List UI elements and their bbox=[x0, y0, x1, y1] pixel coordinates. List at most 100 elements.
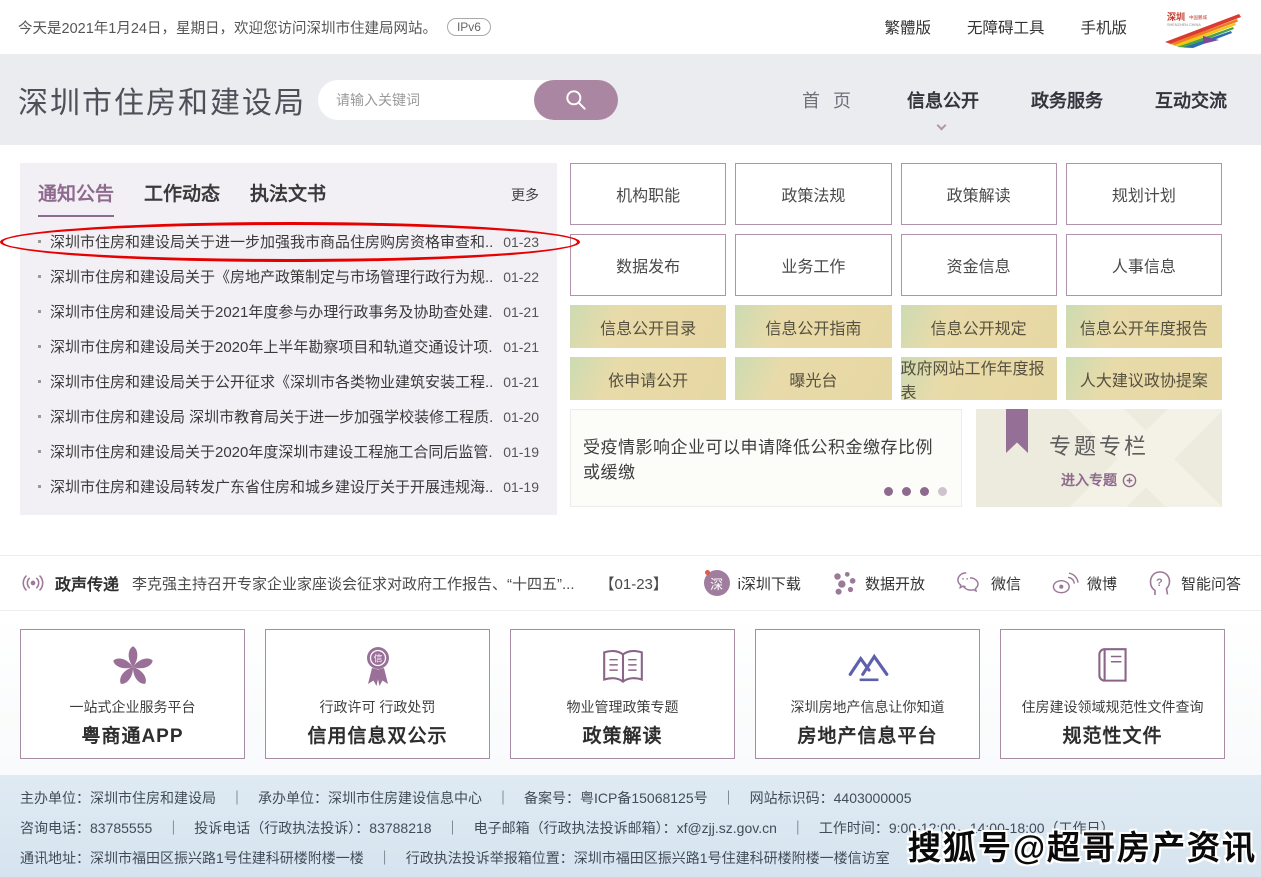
smart-qa-link[interactable]: ? 智能问答 bbox=[1147, 569, 1241, 597]
card-title: 政策解读 bbox=[582, 721, 662, 748]
circle-plus-icon bbox=[1122, 473, 1137, 488]
shenzhen-city-logo[interactable]: 深圳 中国鹏城 SHENZHEN CHINA bbox=[1163, 6, 1243, 48]
notice-tabs: 通知公告 工作动态 执法文书 更多 bbox=[20, 163, 557, 217]
notice-link[interactable]: 深圳市住房和建设局转发广东省住房和城乡建设厅关于开展违规海... bbox=[50, 476, 493, 497]
quicklink-disclosure-guide[interactable]: 信息公开指南 bbox=[735, 305, 891, 348]
notice-link[interactable]: 深圳市住房和建设局关于进一步加强我市商品住房购房资格审查和... bbox=[50, 231, 493, 252]
service-links: 深 i深圳下载 数据开放 微信 微博 bbox=[704, 569, 1241, 597]
accessibility-tools-link[interactable]: 无障碍工具 bbox=[967, 16, 1045, 38]
service-cards-section: 一站式企业服务平台 粤商通APP 信 行政许可 行政处罚 信用信息双公示 bbox=[0, 611, 1261, 775]
carousel-dot[interactable] bbox=[884, 487, 893, 496]
special-topics-title: 专题专栏 bbox=[976, 429, 1222, 461]
svg-text:信: 信 bbox=[373, 652, 382, 663]
notice-link[interactable]: 深圳市住房和建设局关于《房地产政策制定与市场管理行政行为规... bbox=[50, 266, 493, 287]
bullet-icon bbox=[38, 275, 41, 278]
svg-text:深圳: 深圳 bbox=[1167, 11, 1185, 22]
card-title: 房地产信息平台 bbox=[797, 721, 937, 748]
card-policy-interpretation[interactable]: 物业管理政策专题 政策解读 bbox=[510, 629, 735, 759]
search-box bbox=[318, 80, 618, 120]
main-content: 通知公告 工作动态 执法文书 更多 深圳市住房和建设局关于进一步加强我市商品住房… bbox=[0, 145, 1261, 545]
nav-interaction[interactable]: 互动交流 bbox=[1155, 87, 1227, 113]
site-header: 深圳市住房和建设局 首 页 信息公开 政务服务 互动交流 bbox=[0, 55, 1261, 145]
carousel-dot[interactable] bbox=[920, 487, 929, 496]
ipv6-badge[interactable]: IPv6 bbox=[447, 18, 491, 36]
notice-date: 01-21 bbox=[503, 374, 539, 390]
tab-work-updates[interactable]: 工作动态 bbox=[144, 179, 220, 215]
list-item: 深圳市住房和建设局关于进一步加强我市商品住房购房资格审查和... 01-23 bbox=[38, 224, 539, 259]
traditional-chinese-link[interactable]: 繁體版 bbox=[884, 16, 931, 38]
mobile-version-link[interactable]: 手机版 bbox=[1080, 16, 1127, 38]
sohu-watermark: 搜狐号@超哥房产资讯 bbox=[908, 821, 1257, 869]
weibo-link[interactable]: 微博 bbox=[1051, 571, 1117, 595]
card-subtitle: 行政许可 行政处罚 bbox=[320, 697, 436, 717]
quicklink-data-release[interactable]: 数据发布 bbox=[570, 234, 726, 296]
quicklink-disclosure-catalog[interactable]: 信息公开目录 bbox=[570, 305, 726, 348]
card-subtitle: 物业管理政策专题 bbox=[567, 697, 679, 717]
notice-link[interactable]: 深圳市住房和建设局 深圳市教育局关于进一步加强学校装修工程质... bbox=[50, 406, 493, 427]
card-normative-documents[interactable]: 住房建设领域规范性文件查询 规范性文件 bbox=[1000, 629, 1225, 759]
nav-info-disclosure[interactable]: 信息公开 bbox=[907, 87, 979, 113]
svg-text:SHENZHEN CHINA: SHENZHEN CHINA bbox=[1167, 23, 1201, 27]
carousel-dot[interactable] bbox=[902, 487, 911, 496]
card-credit-disclosure[interactable]: 信 行政许可 行政处罚 信用信息双公示 bbox=[265, 629, 490, 759]
policy-news-bar: 政声传递 李克强主持召开专家企业家座谈会征求对政府工作报告、“十四五”... 【… bbox=[0, 555, 1261, 611]
quicklink-policies-regulations[interactable]: 政策法规 bbox=[735, 163, 891, 225]
open-book-icon bbox=[600, 648, 646, 686]
policy-news-headline[interactable]: 李克强主持召开专家企业家座谈会征求对政府工作报告、“十四五”... bbox=[132, 573, 575, 594]
welcome-text: 今天是2021年1月24日，星期日，欢迎您访问深圳市住建局网站。 bbox=[18, 17, 437, 38]
quicklink-grid-colored: 信息公开目录 信息公开指南 信息公开规定 信息公开年度报告 依申请公开 曝光台 … bbox=[570, 305, 1222, 400]
card-yueshangtong-app[interactable]: 一站式企业服务平台 粤商通APP bbox=[20, 629, 245, 759]
utility-bar: 今天是2021年1月24日，星期日，欢迎您访问深圳市住建局网站。 IPv6 繁體… bbox=[0, 0, 1261, 55]
notice-link[interactable]: 深圳市住房和建设局关于2020年度深圳市建设工程施工合同后监管... bbox=[50, 441, 493, 462]
quicklink-website-annual-report[interactable]: 政府网站工作年度报表 bbox=[901, 357, 1057, 400]
quicklink-exposure-platform[interactable]: 曝光台 bbox=[735, 357, 891, 400]
nav-home[interactable]: 首 页 bbox=[802, 87, 855, 113]
card-real-estate-platform[interactable]: 深圳房地产信息让你知道 房地产信息平台 bbox=[755, 629, 980, 759]
policy-news-date: 【01-23】 bbox=[600, 573, 668, 594]
quicklink-policy-interpretation[interactable]: 政策解读 bbox=[901, 163, 1057, 225]
search-icon bbox=[563, 87, 589, 113]
notice-link[interactable]: 深圳市住房和建设局关于2020年上半年勘察项目和轨道交通设计项... bbox=[50, 336, 493, 357]
search-button[interactable] bbox=[534, 80, 618, 120]
bullet-icon bbox=[38, 485, 41, 488]
wechat-link[interactable]: 微信 bbox=[955, 571, 1021, 595]
quicklink-agency-functions[interactable]: 机构职能 bbox=[570, 163, 726, 225]
list-item: 深圳市住房和建设局关于公开征求《深圳市各类物业建筑安装工程... 01-21 bbox=[38, 364, 539, 399]
enter-topics-link[interactable]: 进入专题 bbox=[1061, 470, 1137, 490]
carousel-dots bbox=[884, 487, 947, 496]
notice-date: 01-19 bbox=[503, 444, 539, 460]
quicklink-disclosure-on-request[interactable]: 依申请公开 bbox=[570, 357, 726, 400]
quicklink-disclosure-rules[interactable]: 信息公开规定 bbox=[901, 305, 1057, 348]
carousel-banner[interactable]: 受疫情影响企业可以申请降低公积金缴存比例或缓缴 bbox=[570, 409, 962, 507]
quicklink-npc-cppcc-proposals[interactable]: 人大建议政协提案 bbox=[1066, 357, 1222, 400]
site-title: 深圳市住房和建设局 bbox=[18, 78, 318, 122]
ishenzhen-download-link[interactable]: 深 i深圳下载 bbox=[704, 570, 801, 596]
main-nav: 首 页 信息公开 政务服务 互动交流 bbox=[802, 87, 1243, 113]
search-input[interactable] bbox=[318, 92, 546, 108]
tab-notices[interactable]: 通知公告 bbox=[38, 179, 114, 217]
special-topics-card[interactable]: 专题专栏 进入专题 bbox=[976, 409, 1222, 507]
more-link[interactable]: 更多 bbox=[511, 185, 539, 205]
notice-date: 01-19 bbox=[503, 479, 539, 495]
bullet-icon bbox=[38, 310, 41, 313]
quicklink-funding-info[interactable]: 资金信息 bbox=[901, 234, 1057, 296]
nav-gov-services[interactable]: 政务服务 bbox=[1031, 87, 1103, 113]
real-estate-roof-icon bbox=[845, 649, 891, 685]
smart-qa-icon: ? bbox=[1147, 569, 1173, 597]
notice-link[interactable]: 深圳市住房和建设局关于公开征求《深圳市各类物业建筑安装工程... bbox=[50, 371, 493, 392]
quicklink-business-work[interactable]: 业务工作 bbox=[735, 234, 891, 296]
quicklink-annual-report[interactable]: 信息公开年度报告 bbox=[1066, 305, 1222, 348]
open-data-link[interactable]: 数据开放 bbox=[831, 570, 925, 596]
quicklink-plans[interactable]: 规划计划 bbox=[1066, 163, 1222, 225]
card-subtitle: 住房建设领域规范性文件查询 bbox=[1022, 697, 1204, 717]
card-title: 信用信息双公示 bbox=[307, 721, 447, 748]
notice-link[interactable]: 深圳市住房和建设局关于2021年度参与办理行政事务及协助查处建... bbox=[50, 301, 493, 322]
weibo-icon bbox=[1051, 571, 1079, 595]
footer-row-organizations: 主办单位：深圳市住房和建设局 ｜ 承办单位：深圳市住房建设信息中心 ｜ 备案号：… bbox=[20, 783, 1241, 813]
ishenzhen-icon: 深 bbox=[704, 570, 730, 596]
bullet-icon bbox=[38, 380, 41, 383]
broadcast-icon bbox=[20, 574, 46, 592]
tab-enforcement-docs[interactable]: 执法文书 bbox=[250, 179, 326, 215]
quicklink-personnel-info[interactable]: 人事信息 bbox=[1066, 234, 1222, 296]
carousel-dot[interactable] bbox=[938, 487, 947, 496]
